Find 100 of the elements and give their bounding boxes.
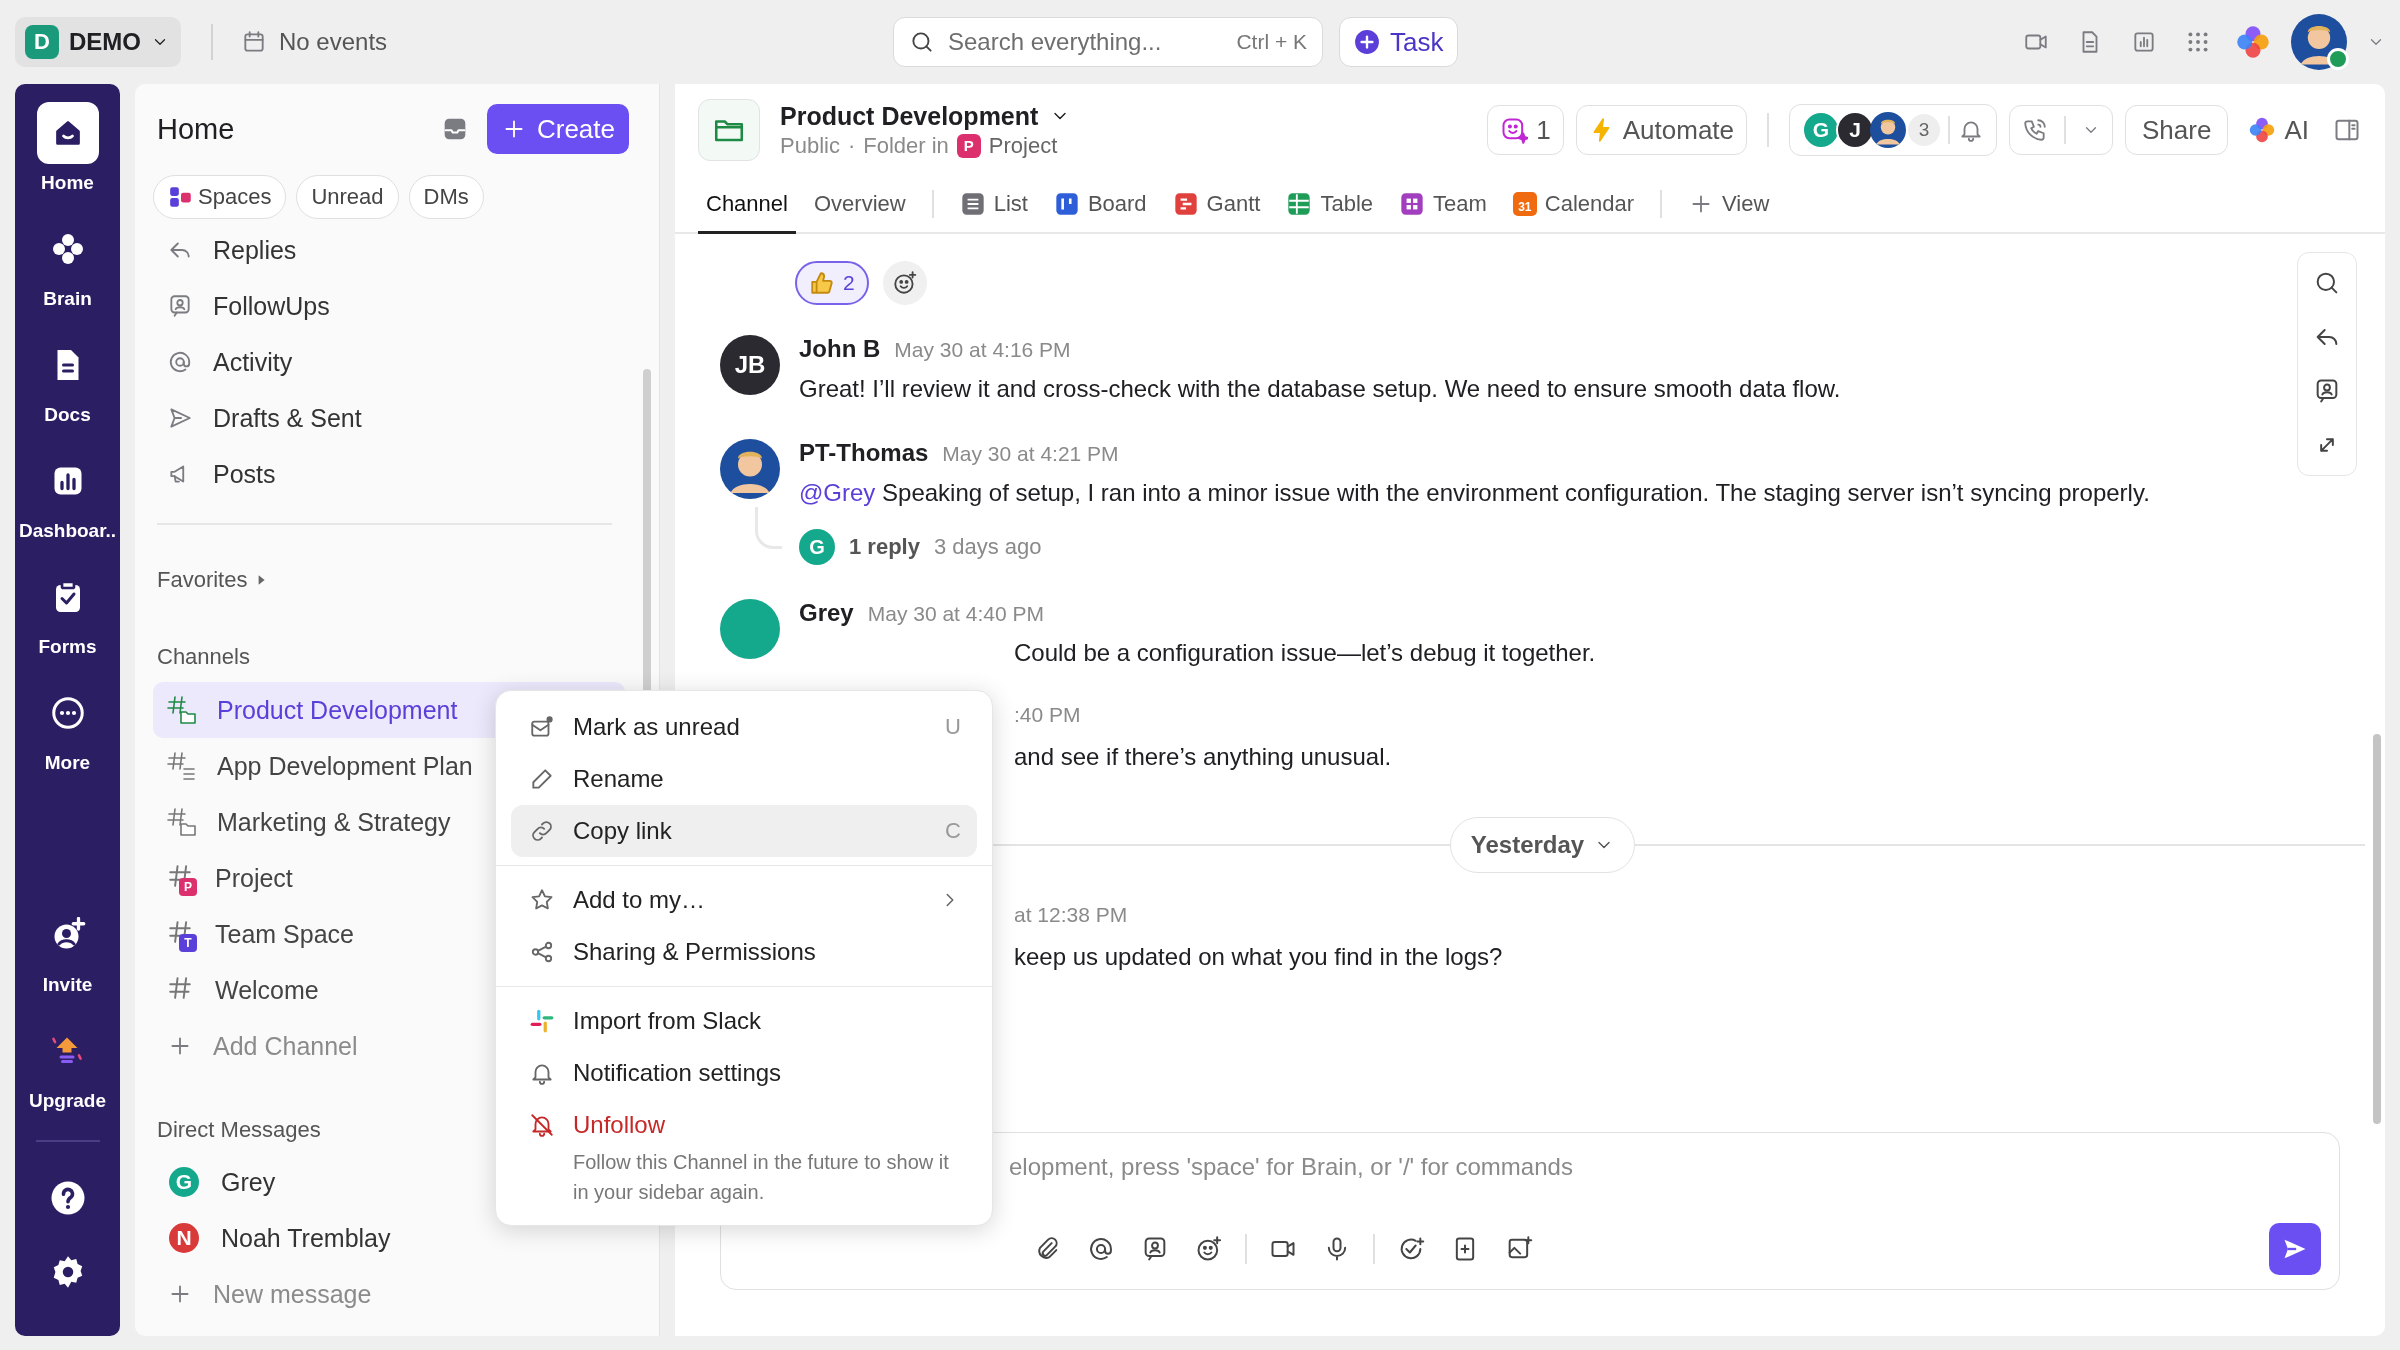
folder-icon [698,99,760,161]
view-tab[interactable]: 31 Calendar [1504,176,1643,234]
rail-button[interactable]: More [36,682,99,798]
menu-item[interactable]: Add to my… [511,874,977,926]
filter-chip[interactable]: Unread [296,175,399,219]
location-label: Folder in [863,132,949,159]
menu-icon [529,818,555,844]
status-dot [2327,48,2349,70]
tab[interactable]: Channel [698,176,796,234]
menu-item[interactable]: Unfollow Follow this Channel in the future to show it in your sidebar again. [511,1099,977,1207]
nav-icon [167,349,193,375]
menu-item[interactable]: Import from Slack [511,995,977,1047]
nav-item[interactable]: Posts [153,446,629,502]
members-group[interactable]: G J 3 [1789,104,1998,156]
timestamp: May 30 at 4:21 PM [942,442,1119,466]
help-icon[interactable] [49,1180,86,1216]
menu-icon [529,939,555,965]
calendar-icon [241,29,267,55]
menu-icon [529,766,555,792]
menu-item[interactable]: Sharing & Permissions [511,926,977,978]
message-input[interactable]: elopment, press 'space' for Brain, or '/' for commands [1009,1147,2321,1187]
send-button[interactable] [2269,1223,2321,1275]
menu-item[interactable]: Copy link C [511,805,977,857]
add-reaction-button[interactable] [882,261,927,305]
panel-title: Home [157,112,236,146]
call-button[interactable] [2009,105,2114,155]
nav-item[interactable]: Replies [153,222,629,278]
message-text: Great! I’ll review it and cross-check with the database setup. We need to ensure smooth data flow. [799,374,1841,404]
filter-chip[interactable]: DMs [408,175,484,219]
view-tab[interactable]: Team [1391,176,1495,234]
rail-button[interactable]: Upgrade [28,1020,107,1136]
events-label: No events [279,28,388,56]
view-tab[interactable]: Board [1045,176,1155,234]
view-tab[interactable]: List [951,176,1036,234]
menu-icon [529,1112,555,1138]
nav-item[interactable]: Drafts & Sent [153,390,629,446]
mention-link[interactable]: @Grey [799,479,876,506]
filter-chip[interactable]: Spaces [153,175,287,219]
nav-item[interactable]: Activity [153,334,629,390]
flower-icon[interactable] [2235,24,2271,60]
reaction-chip[interactable]: 2 [795,261,869,305]
emoji-icon [891,270,918,296]
timestamp: May 30 at 4:40 PM [867,602,1044,626]
task-button[interactable]: Task [1339,17,1459,67]
thread-replies[interactable]: G 1 reply 3 days ago [799,525,1042,569]
rail-button[interactable]: Home [36,102,99,218]
calendar-icon: 31 [1512,191,1537,216]
favorites-toggle[interactable]: Favorites [153,560,629,600]
message-text: and see if there’s anything unusual. [1013,742,1392,772]
date-divider[interactable]: Yesterday [1449,817,1636,873]
channel-title[interactable]: Product Development [780,101,1071,131]
smile-icon [1500,116,1529,144]
scrollbar[interactable] [2373,734,2381,1124]
user-avatar: G [167,1165,201,1199]
channel-icon [167,751,197,781]
nav-icon [167,405,193,431]
at-icon [1087,1235,1115,1263]
rail-button[interactable]: Forms [36,566,99,682]
ai-button[interactable]: 1 [1487,105,1564,155]
menu-icon [529,714,555,740]
automate-button[interactable]: Automate [1575,105,1748,155]
nav-icon [167,293,193,319]
nav-item[interactable]: FollowUps [153,278,629,334]
menu-item[interactable]: Rename [511,753,977,805]
member-count: 3 [1908,114,1941,146]
hash-icon [169,977,191,999]
workspace-switcher[interactable]: D DEMO [15,17,181,67]
section-heading: Channels [156,643,250,671]
thumbs-up-icon [809,270,835,296]
flower-icon [2248,116,2277,144]
rail-button[interactable]: Docs [36,334,99,450]
author-name[interactable]: Grey [799,599,854,627]
share-button[interactable]: Share [2125,105,2229,155]
user-avatar: G [799,529,835,565]
section-heading: Direct Messages [156,1116,321,1144]
rail-button[interactable]: Brain [36,218,99,334]
shortcut-hint: C [945,818,961,844]
author-name[interactable]: John B [799,335,881,363]
tab[interactable]: Overview [805,176,914,234]
visibility-label: Public [780,132,840,159]
create-button[interactable]: Create [486,104,629,154]
space-badge: T [179,934,197,952]
user-avatar [1870,112,1907,148]
shortcut-hint: U [945,714,961,740]
rail-button[interactable]: Dashboar.. [18,450,117,566]
message-text: @Grey Speaking of setup, I ran into a minor issue with the environment configuration. The staging server isn’t syncing properly. [799,478,2150,508]
add-view-button[interactable]: View [1680,176,1778,234]
author-name[interactable]: PT-Thomas [799,439,929,467]
space-badge: P [956,133,981,158]
timestamp: at 12:38 PM [1014,903,1128,927]
user-avatar: JB [720,335,780,395]
emoji-icon [1195,1235,1223,1263]
view-tab[interactable]: Table [1278,176,1381,234]
rail-button[interactable]: Invite [36,904,99,1020]
channel-icon [167,695,197,725]
separator-dot: · [847,132,856,159]
ai-assistant-button[interactable]: AI [2240,114,2317,146]
menu-item[interactable]: Notification settings [511,1047,977,1099]
space-link[interactable]: Project [988,132,1058,159]
view-tab[interactable]: Gantt [1164,176,1269,234]
